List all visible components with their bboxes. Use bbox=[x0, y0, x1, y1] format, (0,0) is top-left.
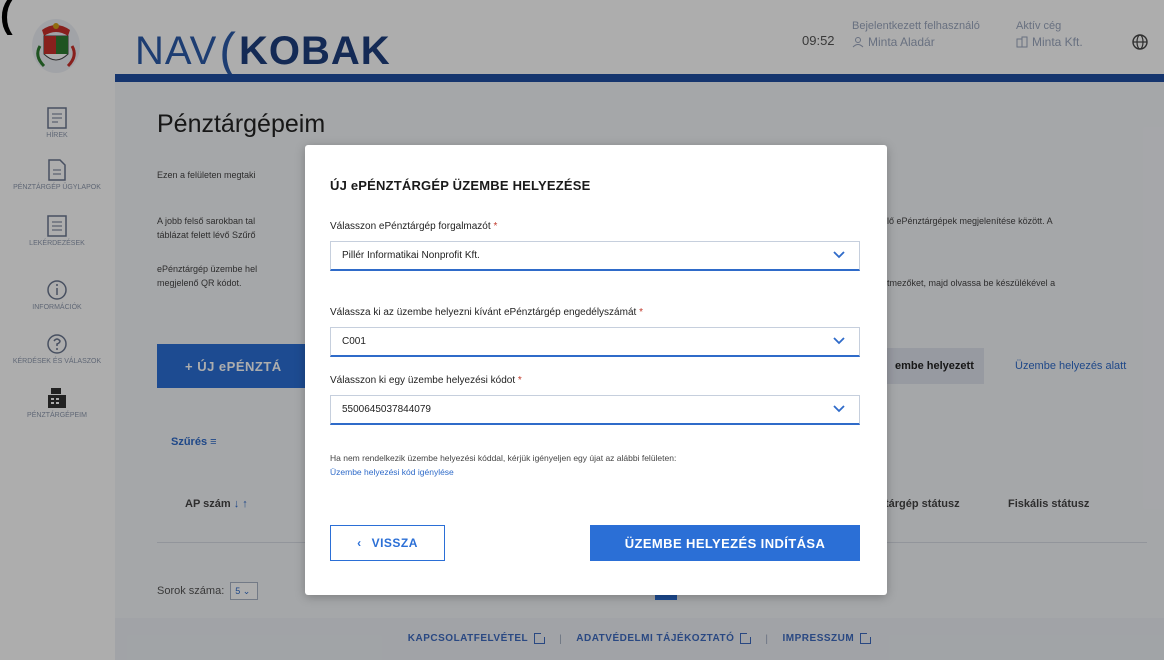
vendor-label-text: Válasszon ePénztárgép forgalmazót bbox=[330, 221, 491, 232]
chevron-down-icon bbox=[833, 337, 845, 345]
code-hint-text: Ha nem rendelkezik üzembe helyezési kódd… bbox=[330, 453, 677, 463]
start-installation-button[interactable]: ÜZEMBE HELYEZÉS INDÍTÁSA bbox=[590, 525, 860, 561]
required-mark: * bbox=[639, 307, 643, 318]
code-label-text: Válasszon ki egy üzembe helyezési kódot bbox=[330, 375, 516, 386]
code-select[interactable]: 5500645037844079 bbox=[330, 395, 860, 425]
modal-title: ÚJ ePÉNZTÁRGÉP ÜZEMBE HELYEZÉSE bbox=[330, 178, 591, 193]
vendor-select[interactable]: Pillér Informatikai Nonprofit Kft. bbox=[330, 241, 860, 271]
back-button[interactable]: ‹ VISSZA bbox=[330, 525, 445, 561]
license-field-label: Válassza ki az üzembe helyezni kívánt eP… bbox=[330, 307, 643, 318]
chevron-down-icon bbox=[833, 251, 845, 259]
license-select[interactable]: C001 bbox=[330, 327, 860, 357]
back-button-label: VISSZA bbox=[371, 536, 418, 550]
license-select-value: C001 bbox=[342, 336, 366, 347]
request-code-link[interactable]: Üzembe helyezési kód igénylése bbox=[330, 467, 454, 477]
code-select-value: 5500645037844079 bbox=[342, 404, 431, 415]
chevron-left-icon: ‹ bbox=[357, 536, 362, 550]
vendor-select-value: Pillér Informatikai Nonprofit Kft. bbox=[342, 250, 480, 261]
chevron-down-icon bbox=[833, 405, 845, 413]
vendor-field-label: Válasszon ePénztárgép forgalmazót * bbox=[330, 221, 497, 232]
required-mark: * bbox=[517, 375, 522, 386]
code-field-label: Válasszon ki egy üzembe helyezési kódot … bbox=[330, 375, 522, 386]
license-label-text: Válassza ki az üzembe helyezni kívánt eP… bbox=[330, 307, 637, 318]
required-mark: * bbox=[493, 221, 498, 232]
new-register-modal: ÚJ ePÉNZTÁRGÉP ÜZEMBE HELYEZÉSE Válasszo… bbox=[305, 145, 887, 595]
